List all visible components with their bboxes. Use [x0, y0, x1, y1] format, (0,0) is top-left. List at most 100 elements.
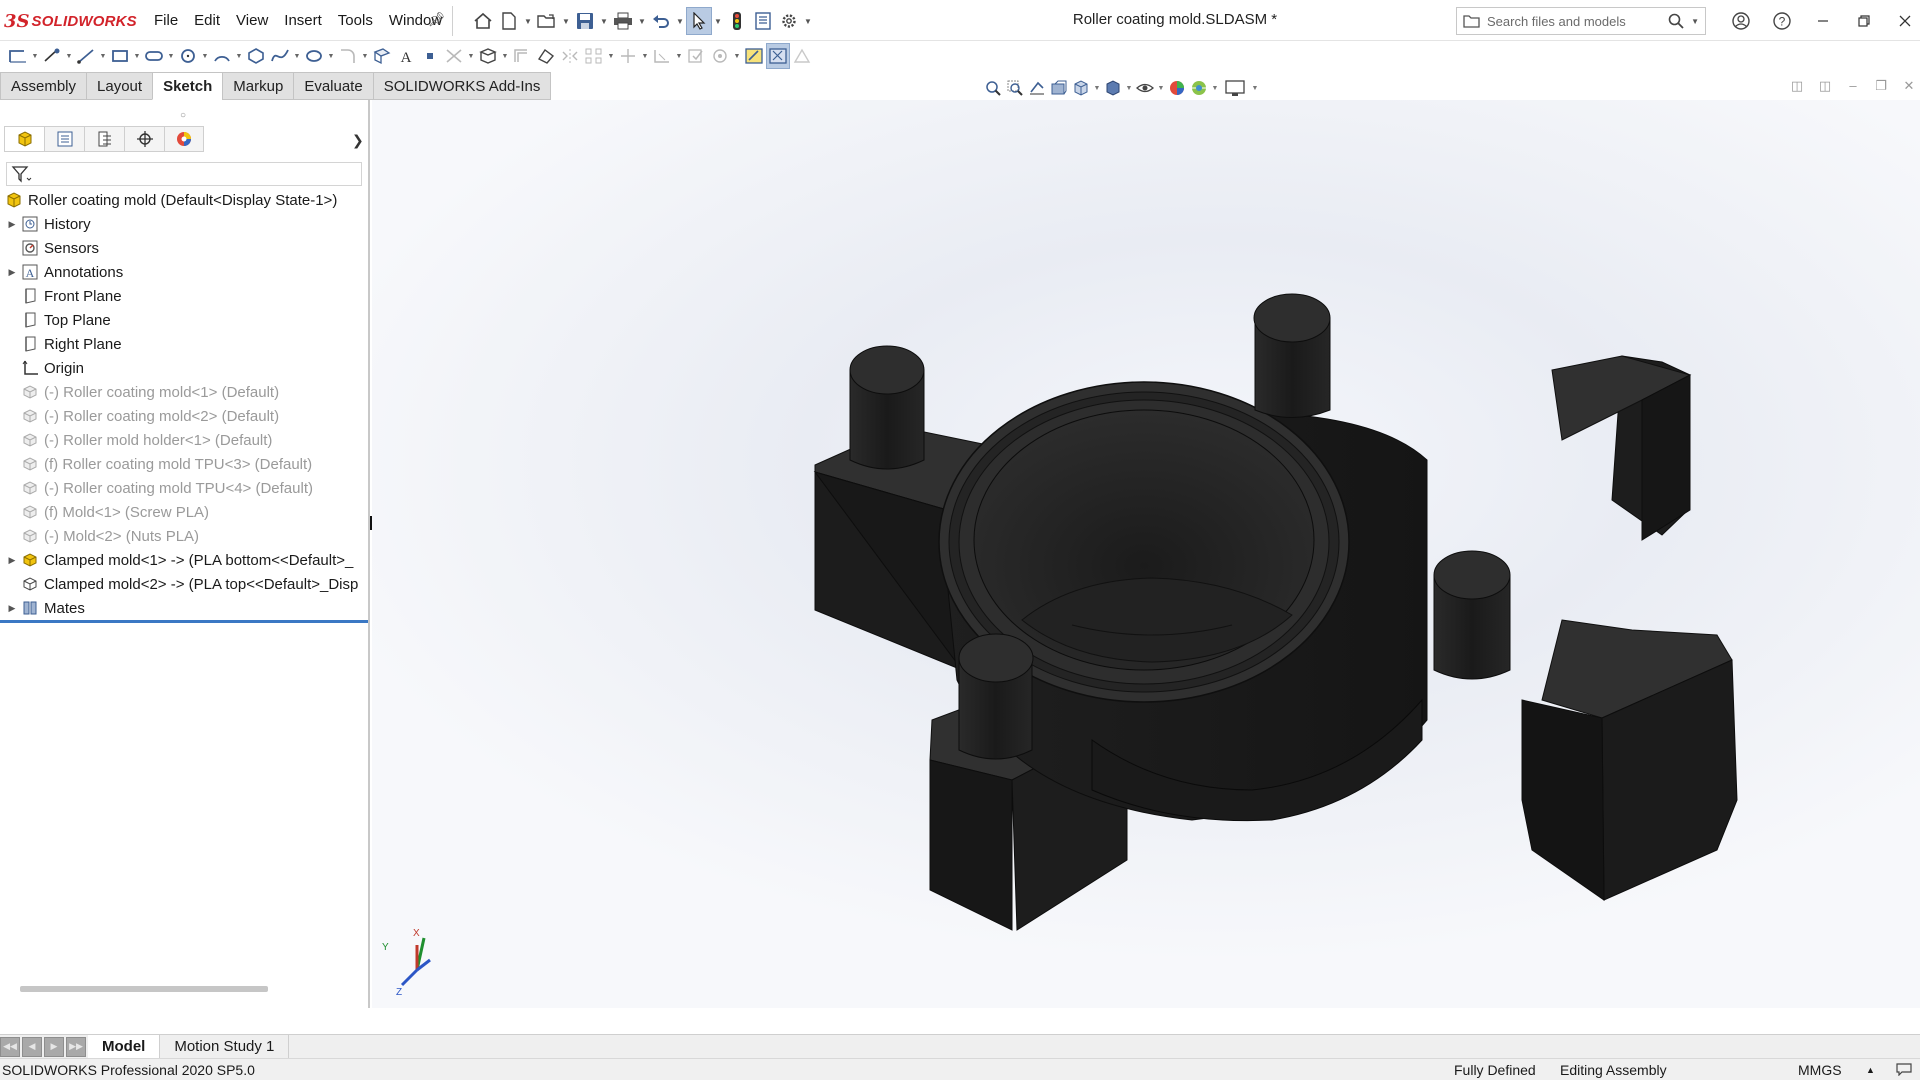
tile-left-icon[interactable]: ◫ [1786, 78, 1808, 94]
first-tab-icon[interactable]: ◀◀ [0, 1036, 20, 1057]
chevron-down-icon[interactable]: ▼ [30, 53, 40, 60]
tile-right-icon[interactable]: ◫ [1814, 78, 1836, 94]
chevron-down-icon[interactable]: ▼ [292, 53, 302, 60]
tree-filter-input[interactable] [6, 162, 362, 186]
quick-snaps-icon[interactable] [708, 43, 732, 69]
chevron-down-icon[interactable]: ▼ [64, 53, 74, 60]
line-icon[interactable] [74, 43, 98, 69]
ellipse-icon[interactable] [302, 43, 326, 69]
graphics-area[interactable]: X Y Z [372, 100, 1920, 1008]
menu-tools[interactable]: Tools [330, 11, 381, 31]
edit-appearance-icon[interactable] [1166, 77, 1188, 99]
tree-item-origin[interactable]: Origin [0, 356, 368, 380]
sketch-picture-icon[interactable] [790, 43, 814, 69]
select-pointer-icon[interactable] [686, 7, 712, 35]
chevron-down-icon[interactable]: ▼ [674, 53, 684, 60]
offset-entities-icon[interactable] [510, 43, 534, 69]
tree-item-annotations[interactable]: ▶ A Annotations [0, 260, 368, 284]
tree-item-front-plane[interactable]: Front Plane [0, 284, 368, 308]
chevron-down-icon[interactable]: ▼ [1124, 85, 1134, 92]
tab-sketch[interactable]: Sketch [152, 72, 223, 100]
chevron-down-icon[interactable]: ▼ [132, 53, 142, 60]
zoom-to-area-icon[interactable] [1004, 77, 1026, 99]
tree-item-component[interactable]: (f) Roller coating mold TPU<3> (Default) [0, 452, 368, 476]
chevron-down-icon[interactable]: ▼ [234, 53, 244, 60]
undo-icon[interactable] [648, 7, 674, 35]
configuration-manager-tab[interactable] [84, 126, 124, 152]
previous-tab-icon[interactable]: ◀ [22, 1036, 42, 1057]
repair-sketch-icon[interactable] [684, 43, 708, 69]
previous-view-icon[interactable] [1026, 77, 1048, 99]
panel-grip-icon[interactable]: ○ [180, 110, 186, 121]
chevron-down-icon[interactable]: ▼ [98, 53, 108, 60]
chevron-down-icon[interactable]: ▼ [1250, 85, 1260, 92]
minimize-document-icon[interactable]: – [1842, 78, 1864, 94]
view-orientation-icon[interactable] [1070, 77, 1092, 99]
text-icon[interactable]: A [394, 43, 418, 69]
tree-item-right-plane[interactable]: Right Plane [0, 332, 368, 356]
unit-system[interactable]: MMGS [1798, 1062, 1842, 1078]
shaded-sketch-contours-icon[interactable] [766, 43, 790, 69]
help-icon[interactable]: ? [1761, 6, 1802, 36]
expand-arrow-icon[interactable]: ▶ [4, 603, 20, 614]
tab-motion-study-1[interactable]: Motion Study 1 [160, 1034, 290, 1059]
tab-markup[interactable]: Markup [222, 72, 294, 100]
home-icon[interactable] [470, 7, 496, 35]
chevron-down-icon[interactable]: ▼ [1156, 85, 1166, 92]
close-window-icon[interactable] [1884, 6, 1920, 36]
tab-layout[interactable]: Layout [86, 72, 153, 100]
search-box[interactable]: Search files and models ▼ [1456, 7, 1706, 35]
solidworks-logo[interactable]: 3S SOLIDWORKS [4, 9, 137, 33]
quick-tips-icon[interactable] [1896, 1062, 1912, 1079]
menu-insert[interactable]: Insert [276, 11, 330, 31]
mirror-entities-icon[interactable] [558, 43, 582, 69]
tree-item-mates[interactable]: ▶ Mates [0, 596, 368, 620]
convert-entities-icon[interactable] [476, 43, 500, 69]
tree-item-component[interactable]: (-) Mold<2> (Nuts PLA) [0, 524, 368, 548]
units-menu-icon[interactable]: ▲ [1866, 1065, 1875, 1075]
chevron-down-icon[interactable]: ▼ [360, 53, 370, 60]
new-document-icon[interactable] [496, 7, 522, 35]
plane-sketch-icon[interactable] [370, 43, 394, 69]
sketch-icon[interactable] [6, 43, 30, 69]
chevron-down-icon[interactable]: ▼ [1210, 85, 1220, 92]
restore-document-icon[interactable]: ❐ [1870, 78, 1892, 94]
display-style-icon[interactable] [1102, 77, 1124, 99]
tab-solidworks-add-ins[interactable]: SOLIDWORKS Add-Ins [372, 72, 552, 100]
dimxpert-manager-tab[interactable] [124, 126, 164, 152]
save-icon[interactable] [572, 7, 598, 35]
tab-assembly[interactable]: Assembly [0, 72, 87, 100]
tab-evaluate[interactable]: Evaluate [293, 72, 373, 100]
tree-item-component[interactable]: (f) Mold<1> (Screw PLA) [0, 500, 368, 524]
rectangle-icon[interactable] [108, 43, 132, 69]
chevron-down-icon[interactable]: ▼ [560, 7, 572, 35]
view-settings-icon[interactable] [1220, 77, 1250, 99]
arc-icon[interactable] [210, 43, 234, 69]
restore-window-icon[interactable] [1843, 6, 1884, 36]
options-gear-icon[interactable] [776, 7, 802, 35]
fillet-icon[interactable] [336, 43, 360, 69]
move-entities-icon[interactable] [616, 43, 640, 69]
open-folder-icon[interactable] [534, 7, 560, 35]
tree-root-assembly[interactable]: Roller coating mold (Default<Display Sta… [0, 188, 368, 212]
chevron-down-icon[interactable]: ▼ [200, 53, 210, 60]
editing-mode[interactable]: Editing Assembly [1560, 1062, 1667, 1078]
linear-pattern-icon[interactable] [582, 43, 606, 69]
chevron-right-icon[interactable]: ❯ [352, 132, 364, 149]
tree-item-component[interactable]: (-) Roller coating mold<2> (Default) [0, 404, 368, 428]
section-view-icon[interactable] [1048, 77, 1070, 99]
rollback-bar[interactable] [0, 620, 368, 623]
smart-dimension-icon[interactable] [40, 43, 64, 69]
chevron-down-icon[interactable]: ▼ [326, 53, 336, 60]
expand-arrow-icon[interactable]: ▶ [4, 555, 20, 566]
circle-icon[interactable] [176, 43, 200, 69]
chevron-down-icon[interactable]: ▼ [522, 7, 534, 35]
chevron-down-icon[interactable]: ▼ [640, 53, 650, 60]
offset-on-surface-icon[interactable] [534, 43, 558, 69]
chevron-down-icon[interactable]: ▼ [466, 53, 476, 60]
hide-show-items-icon[interactable] [1134, 77, 1156, 99]
tree-item-clamped-mold-1[interactable]: ▶ Clamped mold<1> -> (PLA bottom<<Defaul… [0, 548, 368, 572]
next-tab-icon[interactable]: ▶ [44, 1036, 64, 1057]
pin-menu-icon[interactable]: 📌︎ [428, 11, 446, 28]
menu-view[interactable]: View [228, 11, 276, 31]
